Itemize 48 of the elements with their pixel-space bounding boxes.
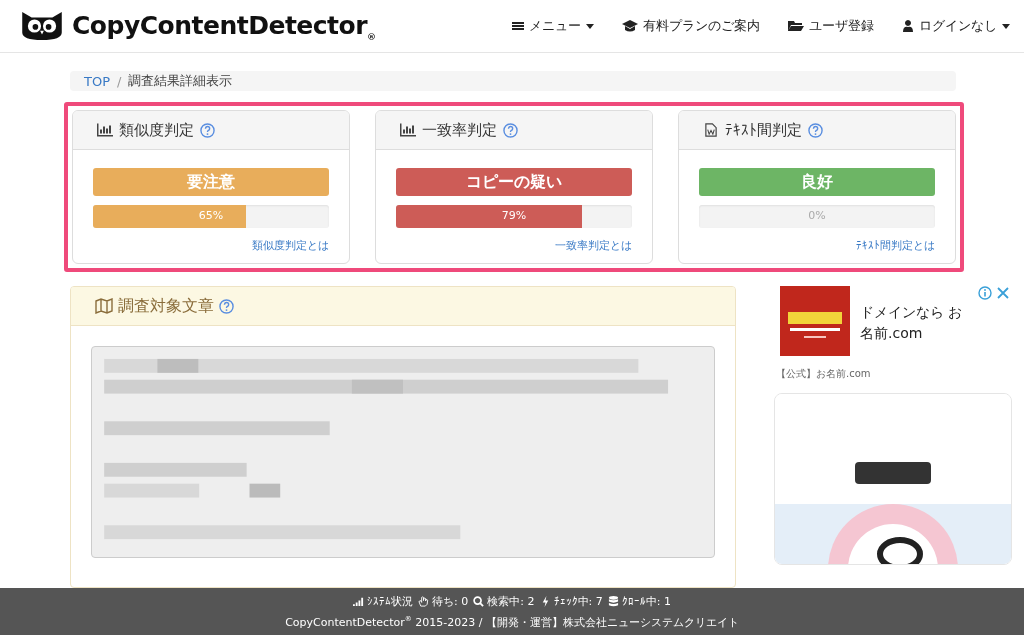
info-icon[interactable]: [978, 286, 992, 300]
ad-headline[interactable]: ドメインなら お名前.com: [860, 302, 968, 344]
status-text: ｸﾛｰﾙ中: 1: [621, 593, 671, 609]
status-text: ﾁｪｯｸ中: 7: [553, 593, 603, 609]
help-icon[interactable]: [808, 122, 823, 138]
graduation-cap-icon: [622, 20, 638, 32]
map-icon: [95, 298, 113, 314]
verdict-badge: 要注意: [93, 168, 329, 196]
status-text: 検索中: 2: [487, 593, 535, 609]
help-icon[interactable]: [200, 122, 215, 138]
hand-icon: [418, 595, 430, 607]
copyright-text: CopyContentDetector$^{®}$ 2015-2023 / 【開発・運営】株式会社ニューシステムクリエイト: [285, 614, 739, 630]
database-icon: [607, 595, 619, 607]
breadcrumb-link[interactable]: TOP: [84, 73, 110, 89]
panel-title: 調査対象文章: [118, 295, 214, 317]
bar-chart-icon: [97, 123, 113, 137]
nav-link[interactable]: ユーザ登録: [788, 17, 874, 35]
card-title: ﾃｷｽﾄ間判定: [725, 120, 802, 140]
help-icon[interactable]: [219, 298, 234, 314]
owl-logo-icon: [20, 10, 64, 42]
help-link[interactable]: ﾃｷｽﾄ間判定とは: [856, 238, 935, 253]
search-icon: [473, 595, 485, 607]
nav-link[interactable]: 有料プランのご案内: [622, 17, 760, 35]
progress-reading: 65%: [198, 209, 224, 222]
breadcrumb-current: 調査結果詳細表示: [128, 72, 233, 90]
help-link[interactable]: 類似度判定とは: [252, 238, 329, 253]
nav-link[interactable]: メニュー: [512, 17, 594, 35]
close-icon[interactable]: [996, 286, 1010, 300]
verdict-badge: コピーの疑い: [396, 168, 632, 196]
logo-text[interactable]: CopyContentDetector$_{®}$: [72, 10, 376, 42]
card-title: 類似度判定: [119, 120, 194, 140]
help-icon[interactable]: [503, 122, 518, 138]
breadcrumb-separator: /: [117, 73, 122, 89]
nav-link[interactable]: ログインなし: [902, 17, 1010, 35]
ad-source: 【公式】お名前.com: [776, 367, 872, 381]
verdict-badge: 良好: [699, 168, 935, 196]
document-icon: [703, 123, 719, 137]
status-text: ｼｽﾃﾑ状況: [367, 593, 414, 609]
progress-reading: 79%: [501, 209, 527, 222]
help-link[interactable]: 一致率判定とは: [555, 238, 632, 253]
menu-icon: [512, 20, 524, 32]
bar-chart-icon: [400, 123, 416, 137]
status-text: 待ち: 0: [432, 593, 469, 609]
progress-reading: 0%: [808, 209, 826, 222]
folder-icon: [788, 20, 804, 32]
card-title: 一致率判定: [422, 120, 497, 140]
signal-icon: [353, 595, 365, 607]
user-icon: [902, 20, 914, 32]
